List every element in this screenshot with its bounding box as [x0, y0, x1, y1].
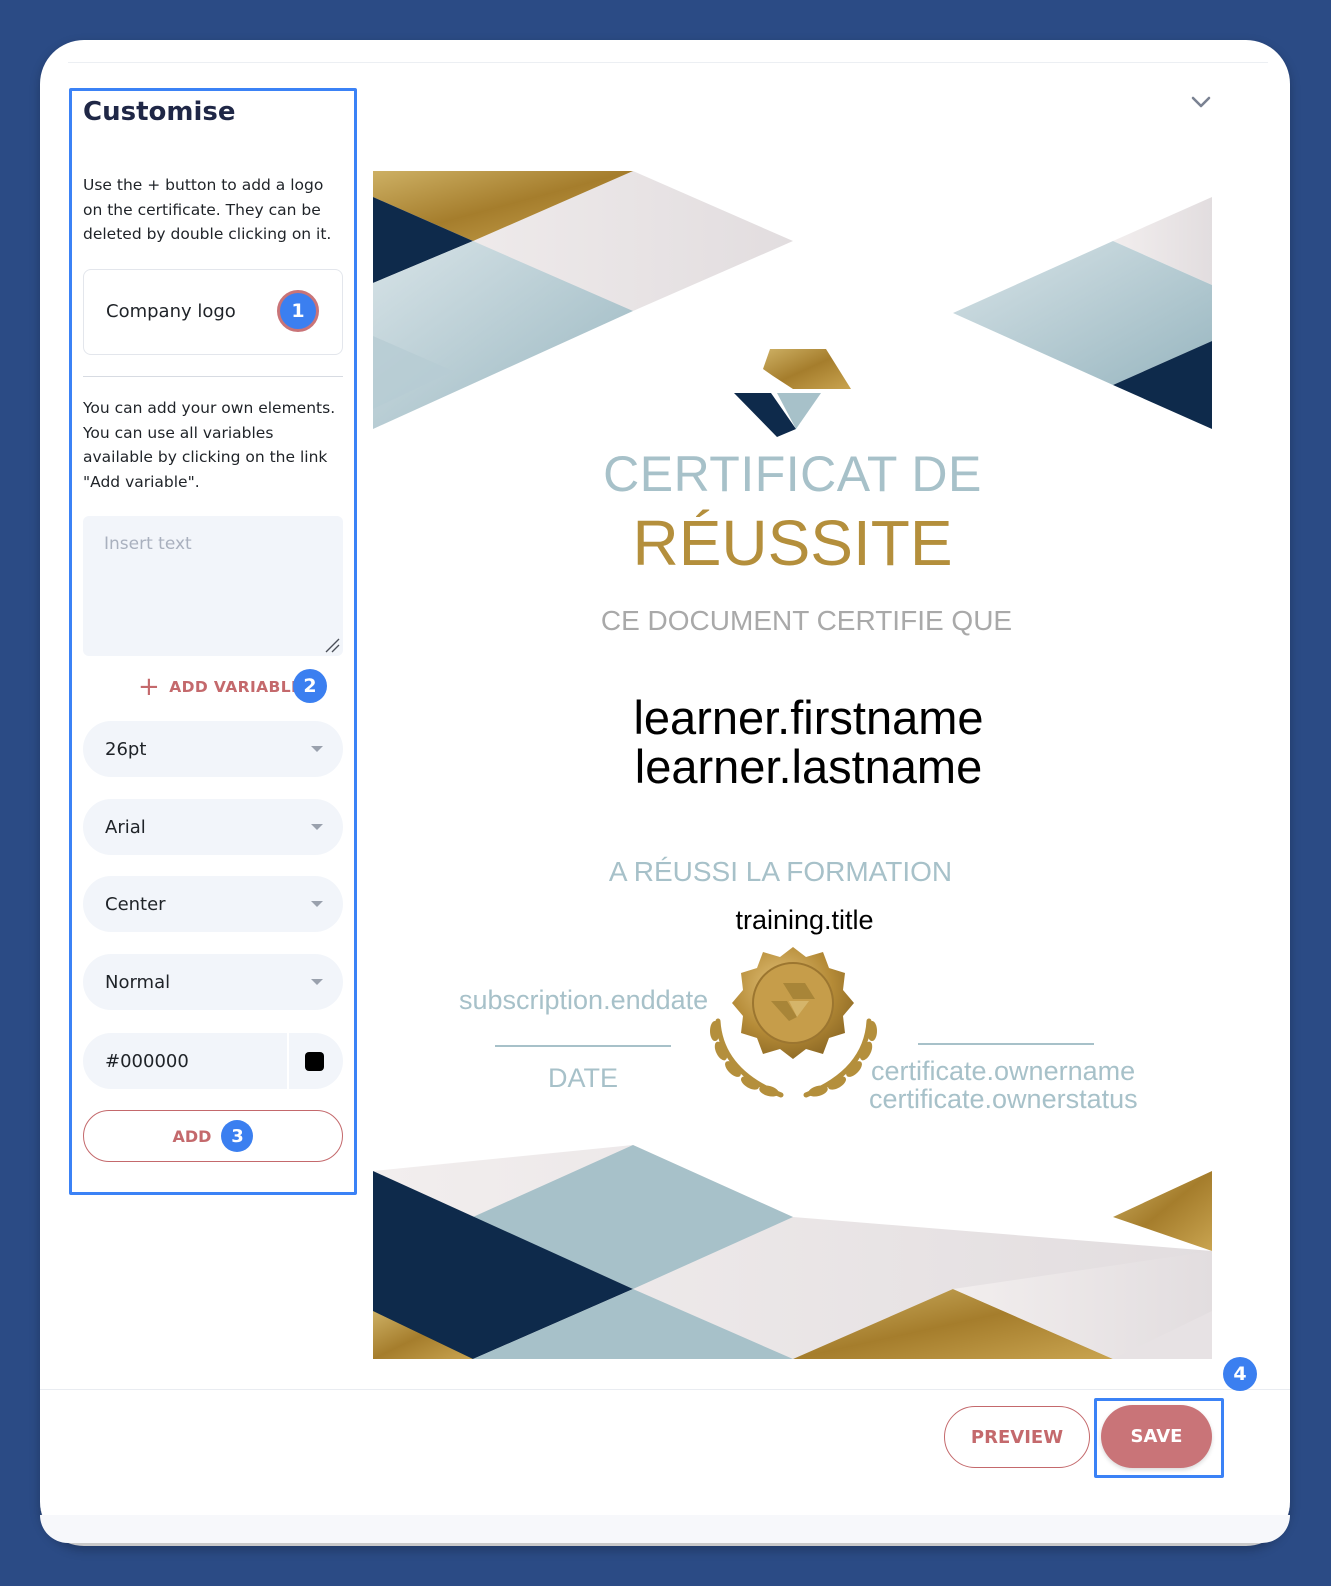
step-badge-1: 1 — [277, 290, 319, 332]
passed-text: A RÉUSSI LA FORMATION — [608, 856, 953, 887]
caret-down-icon — [311, 901, 323, 907]
certificate-ownername[interactable]: certificate.ownername — [871, 1056, 1135, 1087]
step-badge-3: 3 — [221, 1120, 254, 1152]
section-divider — [83, 376, 343, 377]
caret-down-icon — [311, 979, 323, 985]
certificate-ownerstatus[interactable]: certificate.ownerstatus — [869, 1084, 1138, 1115]
footer-strip — [40, 1515, 1290, 1543]
elements-help-text: You can add your own elements. You can u… — [83, 399, 336, 491]
panel-title: Customise — [83, 97, 236, 127]
customise-panel: Customise Use the + button to add a logo… — [69, 88, 357, 1195]
font-family-value: Arial — [105, 816, 146, 838]
logo-help-text: Use the + button to add a logo on the ce… — [83, 176, 332, 243]
company-logo-label: Company logo — [106, 301, 236, 322]
certificate-preview: CERTIFICAT DE RÉUSSITE CE DOCUMENT CERTI… — [373, 171, 1212, 1359]
footer-divider — [40, 1389, 1290, 1390]
learner-lastname[interactable]: learner.lastname — [389, 739, 1212, 794]
subscription-enddate[interactable]: subscription.enddate — [459, 985, 708, 1016]
color-swatch-icon[interactable] — [305, 1052, 324, 1071]
save-button[interactable]: SAVE — [1101, 1405, 1212, 1468]
step-badge-4: 4 — [1223, 1357, 1257, 1391]
font-family-select[interactable]: Arial — [83, 799, 343, 855]
training-title[interactable]: training.title — [385, 905, 1212, 936]
insert-text-input[interactable] — [83, 516, 343, 656]
alignment-value: Center — [105, 893, 166, 915]
add-variable-link[interactable]: + ADD VARIABLE — [138, 672, 303, 702]
company-logo-item[interactable]: Company logo 1 — [83, 269, 343, 355]
step-badge-2: 2 — [293, 669, 327, 703]
color-value: #000000 — [105, 1050, 189, 1072]
alignment-select[interactable]: Center — [83, 876, 343, 932]
resize-grip-icon[interactable] — [324, 637, 340, 653]
chevron-down-icon[interactable] — [1190, 94, 1212, 110]
top-divider — [68, 62, 1268, 63]
font-size-value: 26pt — [105, 738, 147, 760]
color-separator — [287, 1033, 289, 1089]
font-size-select[interactable]: 26pt — [83, 721, 343, 777]
certificate-logo — [734, 349, 851, 437]
date-label: DATE — [548, 1063, 619, 1093]
certificate-title-line2: RÉUSSITE — [632, 507, 953, 579]
font-weight-select[interactable]: Normal — [83, 954, 343, 1010]
add-variable-label: ADD VARIABLE — [169, 678, 303, 696]
learner-firstname[interactable]: learner.firstname — [389, 690, 1212, 745]
preview-button[interactable]: PREVIEW — [944, 1406, 1090, 1468]
caret-down-icon — [311, 824, 323, 830]
caret-down-icon — [311, 746, 323, 752]
plus-icon: + — [138, 672, 161, 702]
gold-seal — [710, 947, 877, 1098]
color-input[interactable]: #000000 — [83, 1033, 343, 1089]
add-element-button[interactable]: ADD 3 — [83, 1110, 343, 1162]
font-weight-value: Normal — [105, 971, 171, 993]
certificate-title-line1: CERTIFICAT DE — [603, 446, 982, 502]
add-label: ADD — [172, 1126, 212, 1146]
certifies-text: CE DOCUMENT CERTIFIE QUE — [600, 605, 1013, 636]
